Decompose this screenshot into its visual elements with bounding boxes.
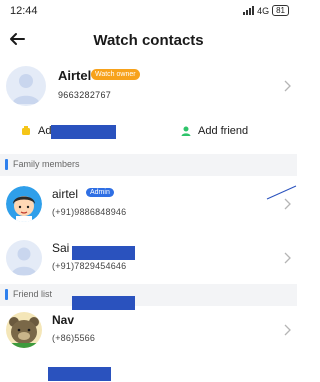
battery-level: 81 [276,6,285,15]
member-phone: (+91)7829454646 [52,261,127,271]
admin-badge: Admin [86,188,114,197]
chevron-right-icon [284,80,291,92]
bear-avatar-icon [9,317,39,348]
friend-phone: (+86)5566 [52,333,96,343]
friend-avatar [6,312,42,348]
list-item[interactable]: Nav (+86)5566 [0,306,297,354]
friend-name: Nav [52,313,75,327]
boy-avatar-icon [6,186,42,222]
owner-avatar [6,66,46,106]
section-accent-bar [5,289,8,300]
page-title: Watch contacts [93,32,204,49]
network-type: 4G [257,5,270,16]
redaction-box [72,246,135,260]
member-name: airtel [52,187,79,201]
add-friend-label: Add friend [198,125,249,137]
owner-name: Airtel [58,68,92,83]
battery-icon: 81 [272,5,289,16]
action-row: Ad Add friend [0,120,297,144]
redaction-box [51,125,116,139]
member-avatar [6,186,42,222]
member-avatar [6,240,42,276]
annotation-line [266,185,297,200]
status-indicators: 4G 81 [243,5,289,16]
chevron-right-icon [284,252,291,264]
member-name: Sai [52,241,70,255]
person-placeholder-icon [11,247,37,275]
person-placeholder-icon [12,74,40,104]
signal-icon [243,6,255,15]
add-watch-label: Ad [38,125,52,137]
friend-section-label: Friend list [13,289,53,299]
status-time: 12:44 [10,5,38,17]
chevron-right-icon [284,324,291,336]
family-section-label: Family members [13,159,80,169]
family-section-header: Family members [0,154,297,176]
member-phone: (+91)9886848946 [52,207,127,217]
section-accent-bar [5,159,8,170]
redaction-box [48,367,111,381]
watch-icon [22,126,30,135]
person-add-icon [181,126,191,136]
owner-badge: Watch owner [91,69,140,80]
owner-row[interactable]: Airtel Watch owner 9663282767 [0,62,297,112]
owner-phone: 9663282767 [58,90,112,100]
status-bar: 12:44 4G 81 [0,0,297,22]
list-item[interactable]: airtel Admin (+91)9886848946 [0,180,297,228]
header: Watch contacts [0,24,297,58]
friend-section-header: Friend list [0,284,297,306]
list-item[interactable]: Sai (+91)7829454646 [0,234,297,282]
